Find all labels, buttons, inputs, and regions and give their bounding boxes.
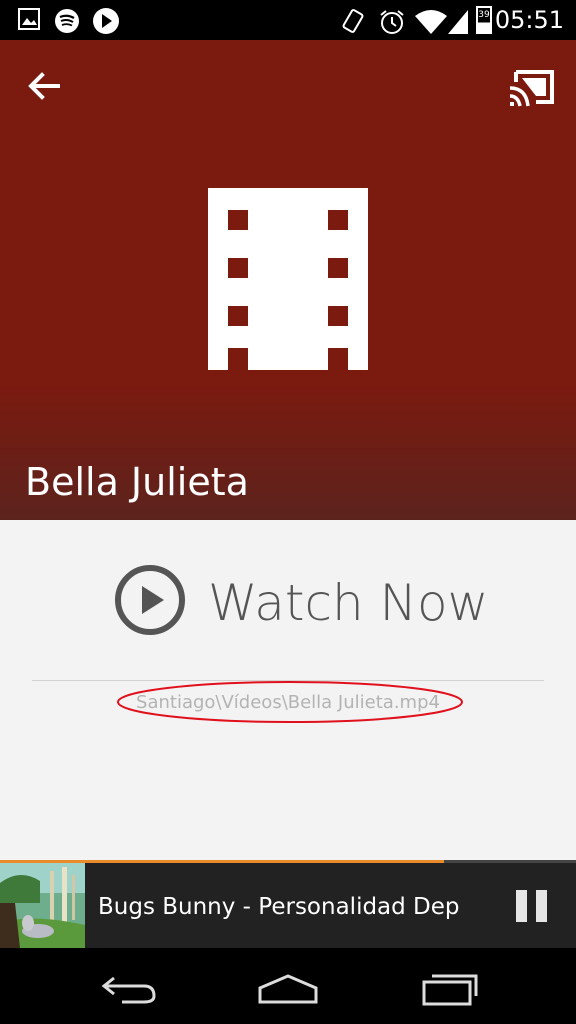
image-icon bbox=[18, 8, 40, 30]
pause-icon[interactable] bbox=[510, 888, 554, 924]
home-icon[interactable] bbox=[258, 968, 318, 1008]
status-bar: 39 05:51 bbox=[0, 0, 576, 40]
battery-level: 39 bbox=[478, 10, 490, 20]
watch-now-label: Watch Now bbox=[208, 574, 489, 632]
play-store-icon bbox=[93, 8, 119, 34]
media-header: Bella Julieta bbox=[0, 40, 576, 520]
signal-icon bbox=[448, 10, 468, 34]
wifi-icon bbox=[415, 10, 447, 34]
film-strip-icon bbox=[208, 188, 368, 370]
alarm-icon bbox=[380, 10, 404, 34]
battery-icon: 39 bbox=[476, 6, 492, 34]
recents-icon[interactable] bbox=[420, 968, 480, 1008]
media-title: Bella Julieta bbox=[25, 460, 249, 504]
spotify-icon bbox=[55, 9, 79, 33]
navigation-bar bbox=[0, 948, 576, 1024]
watch-now-button[interactable]: Watch Now bbox=[110, 560, 490, 640]
mini-player[interactable]: Bugs Bunny - Personalidad Dep bbox=[0, 860, 576, 948]
play-circle-icon bbox=[115, 565, 185, 635]
video-thumbnail bbox=[0, 863, 85, 948]
cast-icon[interactable] bbox=[508, 68, 556, 108]
back-icon[interactable] bbox=[98, 968, 158, 1008]
now-playing-title: Bugs Bunny - Personalidad Dep bbox=[98, 894, 460, 920]
vibrate-icon bbox=[342, 9, 364, 33]
arrow-back-icon[interactable] bbox=[22, 64, 66, 108]
clock: 05:51 bbox=[494, 6, 564, 34]
highlight-ellipse bbox=[117, 681, 463, 723]
